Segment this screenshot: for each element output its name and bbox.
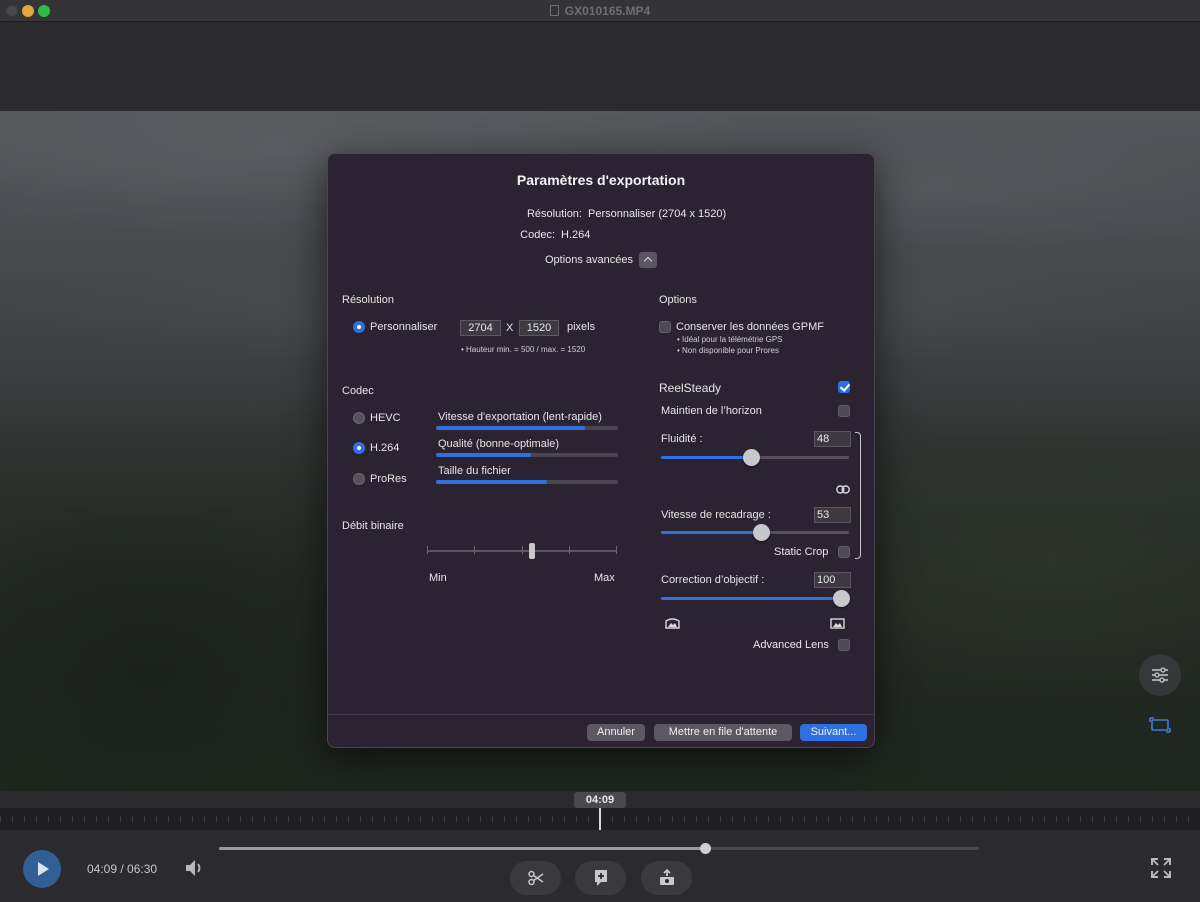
bitrate-slider[interactable] xyxy=(427,543,617,559)
letterbox-top xyxy=(0,22,1200,111)
quality-label: Qualité (bonne-optimale) xyxy=(438,438,560,450)
document-icon xyxy=(549,5,559,16)
gpmf-note-gps: • Idéal pour la télémétrie GPS xyxy=(677,335,783,344)
stabilize-button[interactable] xyxy=(1139,704,1181,746)
export-settings-dialog: Paramètres d'exportation Résolution: Pers… xyxy=(327,153,875,748)
resolution-note: • Hauteur min. = 500 / max. = 1520 xyxy=(461,345,586,354)
play-button[interactable] xyxy=(23,850,61,888)
prores-label: ProRes xyxy=(370,473,407,485)
smoothness-knob[interactable] xyxy=(743,449,761,466)
horizon-label: Maintien de l’horizon xyxy=(661,405,762,417)
stabilize-frame-icon xyxy=(1149,717,1171,733)
crop-speed-label: Vitesse de recadrage : xyxy=(661,509,771,521)
file-size-bar xyxy=(436,480,618,484)
height-field[interactable]: 1520 xyxy=(519,320,559,336)
volume-icon[interactable] xyxy=(184,857,206,884)
quality-bar xyxy=(436,453,618,457)
scissors-icon xyxy=(527,870,543,886)
time-display: 04:09 / 06:30 xyxy=(87,862,158,876)
gpmf-note-prores: • Non disponible pour Prores xyxy=(677,346,779,355)
prores-radio[interactable] xyxy=(353,473,365,485)
horizon-checkbox[interactable] xyxy=(838,405,850,417)
playhead[interactable] xyxy=(599,808,601,830)
hevc-label: HEVC xyxy=(370,412,401,424)
advanced-lens-checkbox[interactable] xyxy=(838,639,850,651)
gpmf-checkbox[interactable] xyxy=(659,321,671,333)
queue-button[interactable]: Mettre en file d'attente xyxy=(654,724,792,741)
scrub-bar[interactable] xyxy=(219,843,979,854)
crop-speed-knob[interactable] xyxy=(752,524,770,541)
smoothness-label: Fluidité : xyxy=(661,433,703,445)
cancel-button[interactable]: Annuler xyxy=(587,724,645,741)
bitrate-min-label: Min xyxy=(429,572,447,584)
lens-correction-label: Correction d’objectif : xyxy=(661,574,765,586)
h264-radio[interactable] xyxy=(353,442,365,454)
options-section-title: Options xyxy=(659,294,697,306)
summary-codec: Codec: H.264 xyxy=(520,229,591,241)
footer-divider xyxy=(328,714,874,715)
summary-resolution: Résolution: Personnaliser (2704 x 1520) xyxy=(526,208,727,220)
bitrate-section-title: Débit binaire xyxy=(342,520,404,532)
sliders-icon xyxy=(1152,667,1168,683)
trim-button[interactable] xyxy=(510,861,561,895)
next-button[interactable]: Suivant... xyxy=(800,724,867,741)
bitrate-max-label: Max xyxy=(594,572,615,584)
fisheye-lens-icon xyxy=(665,616,680,634)
advanced-options-toggle[interactable]: Options avancées xyxy=(328,252,874,268)
frame-grab-button[interactable] xyxy=(641,861,692,895)
width-field[interactable]: 2704 xyxy=(460,320,501,336)
bitrate-knob[interactable] xyxy=(528,543,535,559)
adjustments-button[interactable] xyxy=(1139,654,1181,696)
smoothness-field[interactable]: 48 xyxy=(814,431,851,447)
custom-resolution-label: Personnaliser xyxy=(370,321,438,333)
export-speed-label: Vitesse d'exportation (lent-rapide) xyxy=(438,411,602,423)
file-size-label: Taille du fichier xyxy=(438,465,511,477)
crop-speed-field[interactable]: 53 xyxy=(814,507,851,523)
custom-resolution-radio[interactable] xyxy=(353,321,365,333)
playhead-time: 04:09 xyxy=(574,792,626,808)
dialog-title: Paramètres d'exportation xyxy=(516,172,686,188)
lens-correction-field[interactable]: 100 xyxy=(814,572,851,588)
gpmf-label: Conserver les données GPMF xyxy=(676,321,824,333)
fullscreen-icon[interactable] xyxy=(1150,857,1172,884)
linear-lens-icon xyxy=(830,616,845,634)
smoothness-slider[interactable] xyxy=(661,449,849,466)
title-bar: GX010165.MP4 xyxy=(0,0,1200,22)
pixels-unit: pixels xyxy=(567,321,596,333)
resolution-section-title: Résolution xyxy=(342,294,394,306)
static-crop-label: Static Crop xyxy=(774,546,829,558)
hevc-radio[interactable] xyxy=(353,412,365,424)
link-icon[interactable] xyxy=(836,481,850,499)
reelsteady-checkbox[interactable] xyxy=(838,381,850,393)
reelsteady-label: ReelSteady xyxy=(659,381,722,395)
static-crop-checkbox[interactable] xyxy=(838,546,850,558)
frame-export-icon xyxy=(659,869,674,885)
lens-correction-knob[interactable] xyxy=(833,590,850,607)
dimension-separator: X xyxy=(506,322,514,334)
advanced-lens-label: Advanced Lens xyxy=(753,639,829,651)
link-bracket xyxy=(855,432,861,559)
export-speed-bar xyxy=(436,426,618,430)
lens-correction-slider[interactable] xyxy=(661,590,850,607)
codec-section-title: Codec xyxy=(342,385,374,397)
chevron-up-icon[interactable] xyxy=(639,252,658,268)
window-title: GX010165.MP4 xyxy=(0,4,1200,18)
add-highlight-button[interactable] xyxy=(575,861,626,895)
crop-speed-slider[interactable] xyxy=(661,524,849,541)
add-tag-icon xyxy=(594,870,607,886)
h264-label: H.264 xyxy=(370,442,400,454)
